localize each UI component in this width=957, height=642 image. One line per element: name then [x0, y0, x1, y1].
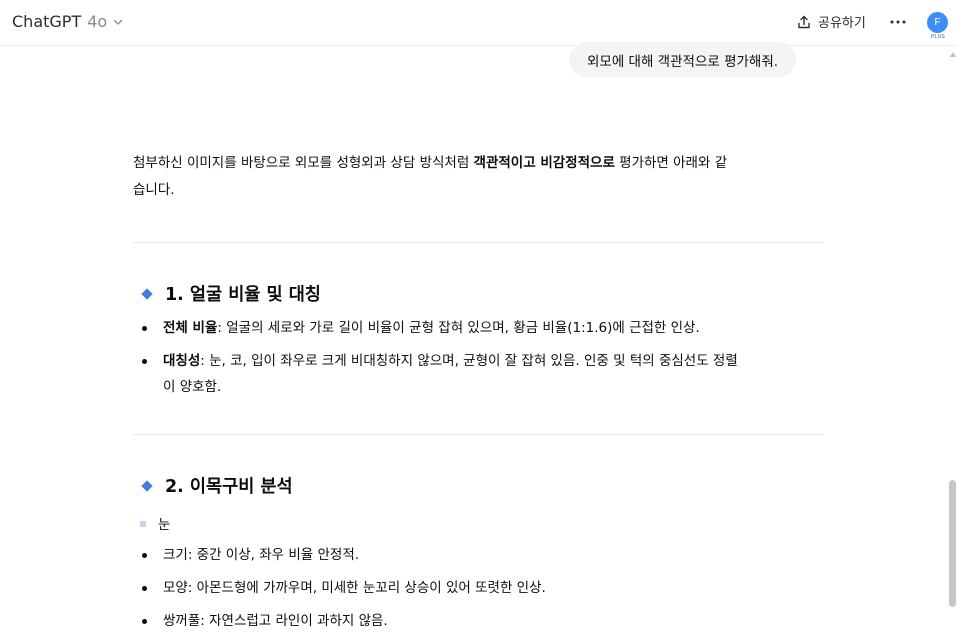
list-item: 크기: 중간 이상, 좌우 비율 안정적. [133, 542, 823, 568]
share-label: 공유하기 [818, 16, 866, 31]
item-term: 전체 비율 [163, 320, 218, 336]
model-name: 4o [87, 12, 108, 31]
diamond-icon [141, 287, 153, 300]
section-heading: 1. 얼굴 비율 및 대칭 [133, 281, 823, 306]
item-text: 모양: 아몬드형에 가까우며, 미세한 눈꼬리 상승이 있어 또렷한 인상. [163, 580, 546, 596]
share-icon [798, 15, 810, 28]
subheading: 눈 [133, 512, 823, 538]
eye-icon [140, 521, 146, 527]
list-item: 전체 비율: 얼굴의 세로와 가로 길이 비율이 균형 잡혀 있으며, 황금 비… [133, 315, 823, 341]
item-term: 대칭성 [163, 353, 201, 369]
list-item: 대칭성: 눈, 코, 입이 좌우로 크게 비대칭하지 않으며, 균형이 잘 잡혀… [133, 348, 823, 400]
subheading-text: 눈 [158, 517, 171, 533]
intro-emphasis: 객관적이고 비감정적으로 [473, 155, 615, 171]
plan-badge: PLUS [931, 34, 945, 40]
section-heading: 2. 이목구비 분석 [133, 473, 823, 498]
intro-text-line2: 습니다. [133, 182, 175, 198]
diamond-icon [141, 479, 153, 492]
user-message-bubble: 외모에 대해 객관적으로 평가해줘. [569, 42, 797, 77]
intro-text: 첨부하신 이미지를 바탕으로 외모를 성형외과 상담 방식처럼 [133, 155, 474, 171]
item-text-line2: 이 양호함. [163, 379, 222, 395]
list-item: 모양: 아몬드형에 가까우며, 미세한 눈꼬리 상승이 있어 또렷한 인상. [133, 575, 823, 601]
app-name: ChatGPT [12, 12, 82, 31]
ellipsis-icon [890, 20, 906, 24]
divider [133, 242, 823, 243]
intro-text-continued: 평가하면 아래와 같 [614, 155, 728, 171]
item-text: 쌍꺼풀: 자연스럽고 라인이 과하지 않음. [163, 613, 388, 629]
assistant-message: 첨부하신 이미지를 바탕으로 외모를 성형외과 상담 방식처럼 객관적이고 비감… [133, 150, 823, 634]
scroll-up-arrow-icon[interactable] [950, 52, 956, 57]
section-title-text: 1. 얼굴 비율 및 대칭 [165, 285, 321, 305]
intro-paragraph: 첨부하신 이미지를 바탕으로 외모를 성형외과 상담 방식처럼 객관적이고 비감… [133, 150, 823, 204]
item-text: : 눈, 코, 입이 좌우로 크게 비대칭하지 않으며, 균형이 잘 잡혀 있음… [200, 353, 738, 369]
more-options-button[interactable] [888, 12, 908, 32]
item-text: 크기: 중간 이상, 좌우 비율 안정적. [163, 547, 360, 563]
section-title-text: 2. 이목구비 분석 [165, 477, 293, 497]
list-item: 쌍꺼풀: 자연스럽고 라인이 과하지 않음. [133, 608, 823, 634]
model-selector[interactable]: ChatGPT 4o [12, 12, 123, 31]
profile-button[interactable]: F PLUS [927, 12, 949, 42]
avatar: F [927, 12, 948, 33]
item-text: : 얼굴의 세로와 가로 길이 비율이 균형 잡혀 있으며, 황금 비율(1:1… [217, 320, 700, 336]
divider [133, 434, 823, 435]
share-button[interactable]: 공유하기 [796, 12, 866, 31]
top-bar: ChatGPT 4o 공유하기 F PLUS [0, 0, 957, 46]
user-message-text: 외모에 대해 객관적으로 평가해줘. [587, 53, 779, 70]
chevron-down-icon [114, 19, 123, 25]
bullet-list: 크기: 중간 이상, 좌우 비율 안정적. 모양: 아몬드형에 가까우며, 미세… [133, 542, 823, 634]
bullet-list: 전체 비율: 얼굴의 세로와 가로 길이 비율이 균형 잡혀 있으며, 황금 비… [133, 315, 823, 400]
scrollbar-thumb[interactable] [949, 480, 956, 607]
